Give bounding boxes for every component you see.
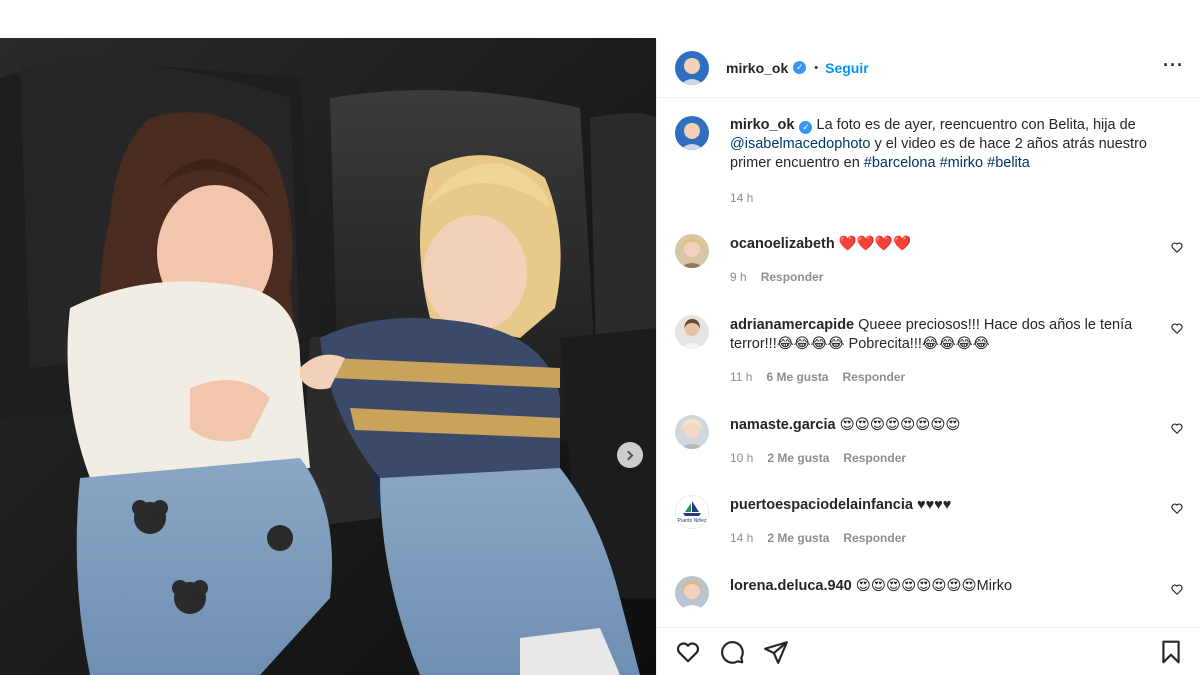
action-bar (657, 627, 1200, 675)
comment-username[interactable]: adrianamercapide (730, 317, 854, 333)
mention-link[interactable]: @isabelmacedophoto (730, 136, 870, 152)
comment-item: adrianamercapide Queee preciosos!!! Hace… (675, 315, 1184, 387)
bookmark-icon[interactable] (1158, 639, 1184, 665)
hashtag-link[interactable]: #mirko (940, 155, 984, 171)
share-icon[interactable] (763, 639, 789, 665)
commenter-avatar[interactable] (675, 234, 709, 268)
heart-icon[interactable] (1170, 501, 1184, 515)
photo-illustration (0, 38, 656, 675)
comment-username[interactable]: lorena.deluca.940 (730, 578, 852, 594)
comment-time: 11 h (730, 370, 753, 384)
comment-time: 10 h (730, 451, 754, 465)
reply-button[interactable]: Responder (842, 368, 905, 387)
comment-meta: 10 h 2 Me gusta Responder (730, 449, 1154, 468)
comment-body: puertoespaciodelainfancia ♥♥♥♥ 14 h 2 Me… (730, 495, 1184, 548)
commenter-avatar[interactable]: Puerto Niñez (675, 495, 709, 529)
comment-item: Puerto Niñez puertoespaciodelainfancia ♥… (675, 495, 1184, 548)
comment-item: namaste.garcia 😍😍😍😍😍😍😍😍 10 h 2 Me gusta … (675, 415, 1184, 468)
comment-time: 14 h (730, 531, 754, 545)
commenter-avatar[interactable] (675, 576, 709, 610)
heart-icon[interactable] (1170, 240, 1184, 254)
author-avatar[interactable] (675, 50, 709, 85)
comment-text: 😍😍😍😍😍😍😍😍Mirko (855, 578, 1013, 594)
caption: mirko_ok ✓ La foto es de ayer, reencuentr… (675, 116, 1184, 208)
comment-username[interactable]: puertoespaciodelainfancia (730, 497, 913, 513)
comment-meta: 14 h 2 Me gusta Responder (730, 529, 1154, 548)
post-sidebar: mirko_ok ✓ • Seguir ··· mirko_ok ✓ La fot… (656, 38, 1200, 675)
hashtag-link[interactable]: #belita (987, 155, 1030, 171)
comment-text: 😍😍😍😍😍😍😍😍 (839, 417, 961, 433)
heart-icon[interactable] (675, 639, 701, 665)
heart-icon[interactable] (1170, 421, 1184, 435)
commenter-avatar[interactable] (675, 315, 709, 349)
comment-body: namaste.garcia 😍😍😍😍😍😍😍😍 10 h 2 Me gusta … (730, 415, 1184, 468)
next-slide-button[interactable] (617, 442, 643, 468)
comment-username[interactable]: namaste.garcia (730, 417, 836, 433)
comment-icon[interactable] (719, 639, 745, 665)
caption-text-part: La foto es de ayer, reencuentro con Beli… (812, 117, 1136, 133)
comment-body: lorena.deluca.940 😍😍😍😍😍😍😍😍Mirko (730, 576, 1184, 610)
caption-meta: 14 h (730, 189, 1154, 208)
caption-time: 14 h (730, 191, 754, 205)
post-photo[interactable] (0, 38, 656, 675)
caption-text: mirko_ok ✓ La foto es de ayer, reencuentr… (730, 116, 1154, 173)
post-header: mirko_ok ✓ • Seguir ··· (657, 38, 1200, 98)
verified-badge-icon: ✓ (793, 61, 807, 74)
comment-text: ❤️❤️❤️❤️ (838, 236, 911, 252)
follow-button[interactable]: Seguir (825, 60, 869, 76)
caption-username[interactable]: mirko_ok (730, 117, 794, 133)
comment-item: ocanoelizabeth ❤️❤️❤️❤️ 9 h Responder (675, 234, 1184, 287)
top-whitespace (0, 0, 1200, 38)
heart-icon[interactable] (1170, 582, 1184, 596)
comment-meta: 9 h Responder (730, 268, 1154, 287)
comment-username[interactable]: ocanoelizabeth (730, 236, 835, 252)
caption-body: mirko_ok ✓ La foto es de ayer, reencuentr… (730, 116, 1184, 208)
chevron-right-icon (623, 450, 634, 460)
commenter-avatar[interactable] (675, 415, 709, 449)
caption-avatar[interactable] (675, 116, 709, 150)
comment-likes[interactable]: 2 Me gusta (767, 529, 829, 548)
separator-dot: • (814, 61, 819, 74)
comment-item: lorena.deluca.940 😍😍😍😍😍😍😍😍Mirko (675, 576, 1184, 610)
reply-button[interactable]: Responder (843, 529, 906, 548)
comment-time: 9 h (730, 270, 747, 284)
avatar-logo-text: Puerto Niñez (678, 518, 707, 524)
more-options-icon[interactable]: ··· (1163, 56, 1184, 76)
comment-text: ♥♥♥♥ (916, 497, 952, 513)
verified-badge-icon: ✓ (799, 121, 813, 134)
comment-body: ocanoelizabeth ❤️❤️❤️❤️ 9 h Responder (730, 234, 1184, 287)
reply-button[interactable]: Responder (761, 268, 824, 287)
heart-icon[interactable] (1170, 321, 1184, 335)
hashtag-link[interactable]: #barcelona (864, 155, 936, 171)
comment-likes[interactable]: 6 Me gusta (766, 368, 828, 387)
comment-body: adrianamercapide Queee preciosos!!! Hace… (730, 315, 1184, 387)
reply-button[interactable]: Responder (843, 449, 906, 468)
comment-likes[interactable]: 2 Me gusta (767, 449, 829, 468)
comment-meta: 11 h 6 Me gusta Responder (730, 368, 1154, 387)
author-username[interactable]: mirko_ok (726, 60, 788, 76)
